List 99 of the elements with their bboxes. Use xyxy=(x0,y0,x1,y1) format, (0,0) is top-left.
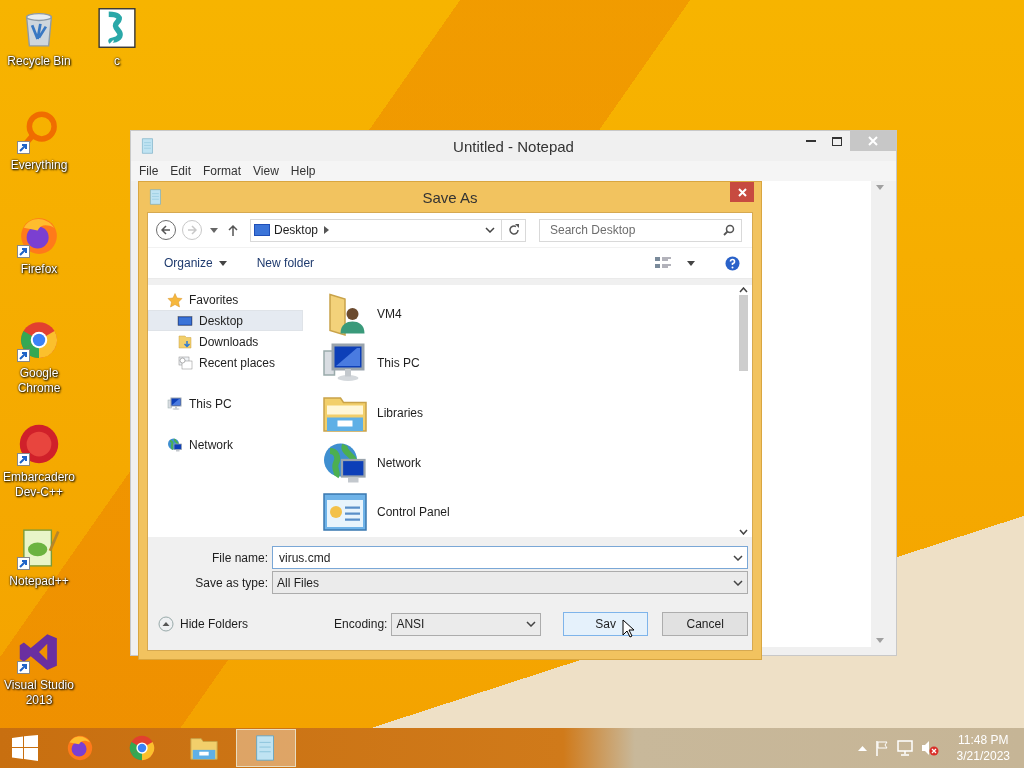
scroll-down-icon xyxy=(739,529,748,535)
desktop-icon-label: Recycle Bin xyxy=(6,54,72,69)
close-icon xyxy=(737,187,747,197)
collapse-icon xyxy=(158,616,174,632)
mouse-pointer-icon xyxy=(621,619,634,638)
file-name: Libraries xyxy=(377,406,424,420)
back-button[interactable] xyxy=(156,220,176,240)
star-icon xyxy=(167,291,183,308)
file-name-box[interactable]: virus.cmd xyxy=(272,546,748,569)
menu-item[interactable]: Edit xyxy=(170,164,192,178)
folder-list-item[interactable]: Libraries xyxy=(321,388,735,438)
desktop-icon-label: Visual Studio 2013 xyxy=(3,678,75,708)
sidebar-item[interactable]: Desktop xyxy=(148,310,303,331)
browser-icon xyxy=(65,733,95,763)
search-box[interactable]: Search Desktop xyxy=(539,218,742,242)
view-list-icon xyxy=(655,256,673,270)
sidebar-label: Recent places xyxy=(199,355,276,370)
desktop-icon-label: Embarcadero Dev-C++ xyxy=(1,470,76,500)
close-icon xyxy=(868,136,878,146)
recent-places-icon xyxy=(177,354,193,371)
chevron-right-icon xyxy=(324,226,330,234)
app-logo-icon xyxy=(17,422,61,466)
window-title: Untitled - Notepad xyxy=(453,137,574,155)
help-icon xyxy=(725,255,740,271)
chevron-down-icon xyxy=(525,621,536,627)
hide-folders-button[interactable]: Hide Folders xyxy=(158,616,249,632)
desktop-icon-label: Google Chrome xyxy=(16,366,62,396)
refresh-icon xyxy=(507,224,520,236)
desktop-icon-label: c xyxy=(113,54,121,69)
sidebar-label: Favorites xyxy=(189,292,239,307)
file-name: Control Panel xyxy=(377,505,450,520)
taskbar-app-button[interactable] xyxy=(236,729,296,767)
field-label: Encoding: xyxy=(334,617,388,631)
caret-icon xyxy=(210,227,218,233)
caret-icon xyxy=(687,260,695,266)
close-button[interactable] xyxy=(730,182,754,202)
field-label: Save as type: xyxy=(194,575,268,590)
menu-item[interactable]: Help xyxy=(290,164,316,178)
desktop-icon-label: Everything xyxy=(9,158,69,173)
address-text: Desktop xyxy=(274,223,319,237)
encoding-dropdown[interactable]: ANSI xyxy=(391,612,541,636)
scroll-thumb[interactable] xyxy=(739,295,748,371)
clock-date: 3/21/2023 xyxy=(956,748,1010,764)
file-type-dropdown[interactable]: All Files xyxy=(272,571,748,594)
sidebar-label: Network xyxy=(189,437,233,452)
menu-item[interactable]: File xyxy=(139,164,159,178)
chevron-down-icon xyxy=(733,554,743,561)
sidebar-label: This PC xyxy=(189,396,232,411)
file-name: VM4 xyxy=(377,306,402,321)
folder-list-item[interactable]: Control Panel xyxy=(321,487,735,537)
search-icon xyxy=(723,224,735,236)
sidebar-item[interactable]: Downloads xyxy=(148,331,303,352)
computer-icon xyxy=(167,395,183,412)
cancel-button[interactable]: Cancel xyxy=(662,612,748,636)
chevron-down-icon xyxy=(733,579,743,586)
sidebar-item[interactable]: Favorites xyxy=(148,289,303,310)
new-folder-button[interactable]: New folder xyxy=(256,256,315,270)
right-arrow-icon xyxy=(187,225,197,235)
maximize-icon xyxy=(832,136,842,146)
folder-list-item[interactable]: VM4 xyxy=(321,289,735,339)
scroll-up-icon xyxy=(739,287,748,293)
network-status-icon xyxy=(896,740,913,756)
desktop-icon xyxy=(254,224,270,236)
sidebar-item[interactable]: This PC xyxy=(148,393,303,414)
dialog-title: Save As xyxy=(422,188,478,206)
sidebar-item[interactable]: Network xyxy=(148,434,303,455)
file-name: Network xyxy=(377,455,421,470)
desktop-icon-label: Firefox xyxy=(19,262,59,277)
up-arrow-icon xyxy=(228,224,238,236)
save-button[interactable]: Sav xyxy=(562,612,649,636)
browser-icon xyxy=(127,733,157,763)
folder-list-item[interactable]: This PC xyxy=(321,338,735,389)
menu-item[interactable]: View xyxy=(253,164,279,178)
clock-time: 11:48 PM xyxy=(958,732,1009,748)
muted-speaker-icon xyxy=(920,740,939,756)
caret-icon xyxy=(218,260,227,266)
field-label: File name: xyxy=(210,550,268,565)
sidebar-label: Desktop xyxy=(199,313,244,328)
search-field[interactable]: Search Desktop xyxy=(548,222,723,238)
downloads-folder-icon xyxy=(177,333,193,350)
desktop-icon-label: Notepad++ xyxy=(8,574,70,589)
show-hidden-icons-icon xyxy=(857,745,867,751)
menu-item[interactable]: Format xyxy=(203,164,242,178)
caret-icon xyxy=(875,185,884,190)
left-arrow-icon xyxy=(161,225,171,235)
windows-logo-icon xyxy=(12,735,38,761)
flag-icon xyxy=(874,740,889,756)
minimize-icon xyxy=(806,139,816,143)
caret-icon xyxy=(875,638,884,643)
chevron-down-icon xyxy=(485,227,495,233)
sidebar-item[interactable]: Recent places xyxy=(148,352,303,373)
file-name-field[interactable]: virus.cmd xyxy=(277,549,733,566)
script-file-icon xyxy=(95,6,139,50)
address-bar[interactable]: Desktop xyxy=(250,218,526,242)
sidebar-label: Downloads xyxy=(199,334,259,349)
folder-list-item[interactable]: Network xyxy=(321,437,735,488)
organize-button[interactable]: Organize xyxy=(164,256,227,270)
network-icon xyxy=(167,436,183,453)
file-name: This PC xyxy=(377,356,420,371)
